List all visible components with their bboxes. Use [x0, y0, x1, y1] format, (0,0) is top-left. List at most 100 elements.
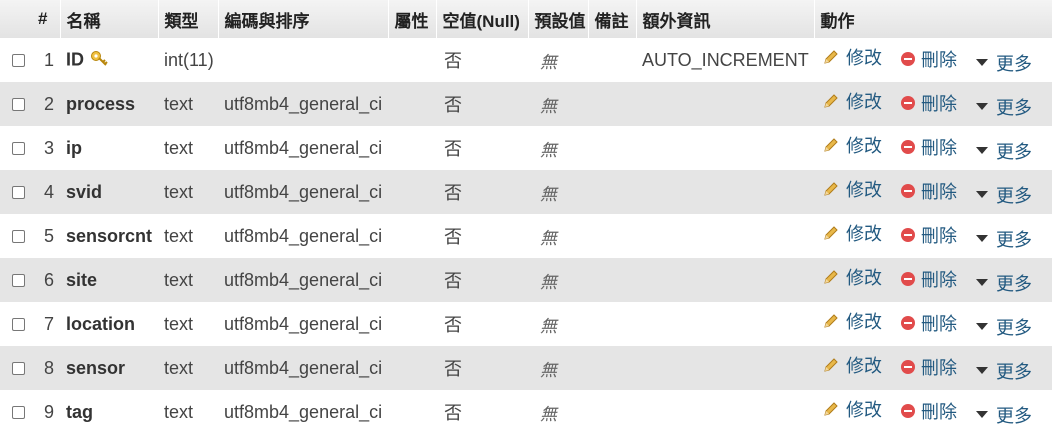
more-button[interactable]: 更多	[976, 314, 1032, 340]
drop-icon	[901, 228, 916, 243]
header-null[interactable]: 空值(Null)	[435, 0, 528, 38]
table-row: 9 tag text utf8mb4_general_ci 否 無 修改 刪除 …	[0, 390, 1052, 434]
dropdown-triangle-icon	[976, 411, 989, 419]
column-collation: utf8mb4_general_ci	[224, 269, 383, 290]
row-checkbox[interactable]	[12, 274, 25, 288]
header-type[interactable]: 類型	[157, 0, 218, 38]
table-row: 5 sensorcnt text utf8mb4_general_ci 否 無 …	[0, 214, 1052, 258]
column-extra	[636, 258, 814, 302]
column-null: 否	[444, 359, 462, 379]
column-type: int(11)	[164, 49, 214, 70]
column-collation	[218, 38, 388, 82]
edit-button[interactable]: 修改	[822, 352, 882, 378]
table-row: 7 location text utf8mb4_general_ci 否 無 修…	[0, 302, 1052, 346]
column-type: text	[164, 313, 194, 334]
row-checkbox[interactable]	[12, 186, 25, 200]
drop-icon	[901, 96, 916, 111]
drop-label: 刪除	[921, 94, 958, 115]
row-checkbox[interactable]	[12, 98, 25, 112]
drop-button[interactable]: 刪除	[901, 46, 957, 72]
column-extra	[636, 170, 814, 214]
more-button[interactable]: 更多	[976, 226, 1032, 252]
drop-button[interactable]: 刪除	[901, 134, 957, 160]
edit-button[interactable]: 修改	[822, 220, 882, 246]
more-button[interactable]: 更多	[976, 138, 1032, 164]
dropdown-triangle-icon	[976, 235, 989, 243]
drop-button[interactable]: 刪除	[901, 398, 957, 424]
edit-button[interactable]: 修改	[822, 44, 882, 70]
drop-button[interactable]: 刪除	[901, 178, 957, 204]
column-extra	[636, 302, 814, 346]
column-collation: utf8mb4_general_ci	[224, 137, 383, 158]
row-num: 1	[43, 49, 54, 70]
header-collation[interactable]: 編碼與排序	[217, 0, 388, 38]
edit-button[interactable]: 修改	[822, 132, 882, 158]
pencil-icon	[824, 270, 838, 284]
column-extra: AUTO_INCREMENT	[642, 49, 809, 70]
edit-label: 修改	[846, 48, 882, 69]
more-button[interactable]: 更多	[976, 402, 1032, 428]
row-num: 3	[43, 137, 54, 158]
row-checkbox[interactable]	[12, 362, 25, 376]
row-num: 8	[43, 357, 54, 378]
column-name: location	[66, 313, 136, 334]
drop-button[interactable]: 刪除	[901, 90, 957, 116]
edit-button[interactable]: 修改	[822, 264, 882, 290]
column-name: sensor	[66, 357, 126, 378]
column-attributes	[388, 38, 436, 82]
pencil-icon	[824, 226, 838, 240]
header-comments[interactable]: 備註	[587, 0, 636, 38]
row-checkbox[interactable]	[12, 406, 25, 420]
drop-label: 刪除	[921, 314, 958, 335]
more-button[interactable]: 更多	[976, 50, 1032, 76]
more-label: 更多	[996, 53, 1033, 74]
drop-button[interactable]: 刪除	[901, 310, 957, 336]
more-button[interactable]: 更多	[976, 94, 1032, 120]
table-row: 8 sensor text utf8mb4_general_ci 否 無 修改 …	[0, 346, 1052, 390]
column-default: 無	[540, 272, 557, 293]
more-button[interactable]: 更多	[976, 358, 1032, 384]
edit-button[interactable]: 修改	[822, 308, 882, 334]
row-checkbox[interactable]	[12, 54, 25, 68]
edit-button[interactable]: 修改	[822, 176, 882, 202]
column-default: 無	[540, 140, 557, 161]
header-default[interactable]: 預設值	[527, 0, 588, 38]
more-label: 更多	[996, 141, 1033, 162]
header-attributes[interactable]: 屬性	[387, 0, 436, 38]
row-num: 7	[43, 313, 54, 334]
column-name: ID	[66, 48, 84, 69]
more-label: 更多	[996, 361, 1033, 382]
header-num: #	[38, 9, 48, 28]
drop-icon	[901, 184, 916, 199]
column-null: 否	[444, 315, 462, 335]
edit-label: 修改	[846, 224, 882, 245]
column-name: process	[66, 93, 136, 114]
dropdown-triangle-icon	[976, 323, 989, 331]
column-type: text	[164, 93, 194, 114]
column-attributes	[388, 258, 436, 302]
column-comments	[588, 126, 636, 170]
drop-button[interactable]: 刪除	[901, 354, 957, 380]
row-checkbox[interactable]	[12, 142, 25, 156]
row-checkbox[interactable]	[12, 230, 25, 244]
edit-label: 修改	[846, 356, 882, 377]
column-comments	[588, 258, 636, 302]
more-button[interactable]: 更多	[976, 270, 1032, 296]
column-default: 無	[540, 316, 557, 337]
edit-button[interactable]: 修改	[822, 396, 882, 422]
header-extra[interactable]: 額外資訊	[635, 0, 814, 38]
more-button[interactable]: 更多	[976, 182, 1032, 208]
header-name[interactable]: 名稱	[59, 0, 158, 38]
drop-button[interactable]: 刪除	[901, 222, 957, 248]
drop-label: 刪除	[921, 402, 958, 423]
column-default: 無	[540, 228, 557, 249]
key-icon	[90, 49, 110, 72]
edit-button[interactable]: 修改	[822, 88, 882, 114]
row-checkbox[interactable]	[12, 318, 25, 332]
column-null: 否	[444, 183, 462, 203]
dropdown-triangle-icon	[976, 103, 989, 111]
column-attributes	[388, 346, 436, 390]
column-collation: utf8mb4_general_ci	[224, 225, 383, 246]
table-row: 1 ID int(11) 否 無 AUTO_INCREMENT 修改 刪除 更多	[0, 38, 1052, 82]
drop-button[interactable]: 刪除	[901, 266, 957, 292]
